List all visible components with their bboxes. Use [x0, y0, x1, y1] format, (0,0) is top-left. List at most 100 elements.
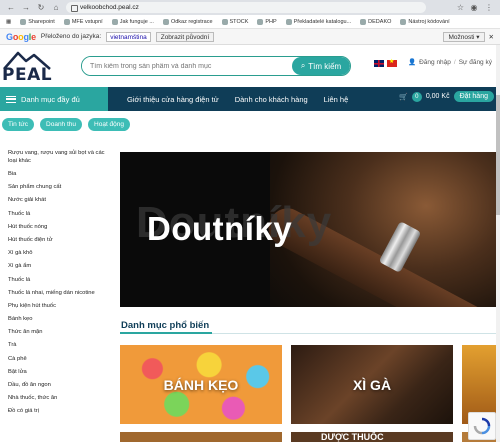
bookmark-icon: [162, 18, 169, 25]
login-link[interactable]: Đăng nhập: [419, 59, 451, 66]
sidebar-item[interactable]: Hút thuốc nóng: [0, 221, 114, 234]
sidebar-item[interactable]: Thuốc lá: [0, 208, 114, 221]
category-sidebar: Rượu vang, rượu vang sủi bọt và các loại…: [0, 147, 114, 442]
recaptcha-badge[interactable]: [468, 412, 496, 440]
google-translate-bar: Google Přeloženo do jazyka: vietnamština…: [0, 29, 500, 45]
sidebar-item[interactable]: Trà: [0, 339, 114, 352]
sidebar-item[interactable]: Rượu vang, rượu vang sủi bọt và các loại…: [0, 147, 114, 168]
bookmark-item[interactable]: Sharepoint: [20, 18, 55, 25]
flag-uk-icon[interactable]: [374, 60, 384, 67]
bookmark-item[interactable]: Jak funguje ...: [111, 18, 154, 25]
sidebar-item[interactable]: Bật lửa: [0, 366, 114, 379]
category-card-cigars[interactable]: XÌ GÀ: [291, 345, 453, 424]
main-nav: Danh mục đầy đủ Giới thiệu cửa hàng điện…: [0, 87, 500, 111]
menu-icon[interactable]: ⋮: [484, 3, 494, 12]
order-button[interactable]: Đặt hàng: [453, 91, 494, 102]
flag-vn-icon[interactable]: [387, 58, 397, 67]
star-icon[interactable]: ☆: [457, 3, 464, 12]
account-separator: /: [453, 58, 456, 66]
category-card-label: DƯỢC THUỐC: [321, 432, 384, 442]
cart[interactable]: 🛒 0 0,00 Kč Đặt hàng: [399, 91, 494, 102]
profile-icon[interactable]: ◉: [469, 3, 479, 12]
banner-title: Doutníky: [147, 210, 293, 247]
forward-icon[interactable]: →: [21, 3, 31, 12]
language-flags: [374, 58, 397, 67]
apps-icon[interactable]: ▦: [6, 19, 11, 25]
category-card-partial[interactable]: [120, 432, 282, 442]
user-icon: 👤: [408, 59, 417, 66]
bookmark-icon: [400, 18, 407, 25]
search-input[interactable]: [82, 57, 292, 75]
sidebar-item[interactable]: Cà phê: [0, 353, 114, 366]
all-categories-button[interactable]: Danh mục đầy đủ: [0, 87, 108, 111]
category-card-partial[interactable]: DƯỢC THUỐC: [291, 432, 453, 442]
pill-news[interactable]: Tin tức: [2, 118, 35, 131]
peal-logo[interactable]: PEAL: [2, 49, 54, 85]
sidebar-item[interactable]: Xì gà khô: [0, 247, 114, 260]
cart-count-badge: 0: [411, 91, 422, 102]
site-header: PEAL ⌕ Tìm kiếm 👤 Đăng nhập / Sự đăng ký: [0, 45, 500, 87]
browser-toolbar: ← → ↻ ⌂ velkoobchod.peal.cz ☆ ◉ ⋮: [0, 0, 500, 15]
pill-activities[interactable]: Hoạt động: [88, 118, 131, 131]
cart-icon: 🛒: [399, 93, 408, 101]
account-links: 👤 Đăng nhập / Sự đăng ký: [408, 58, 492, 67]
popular-categories-title: Danh mục phổ biến: [121, 320, 210, 331]
bookmark-item[interactable]: PHP: [257, 18, 277, 25]
back-icon[interactable]: ←: [6, 3, 16, 12]
bookmark-item[interactable]: Odkaz registrace: [162, 18, 213, 25]
bookmark-icon: [111, 18, 118, 25]
hamburger-icon: [6, 95, 16, 103]
sidebar-item[interactable]: Thuốc lá nhai, miếng dán nicotine: [0, 287, 114, 300]
bookmark-item[interactable]: DEDAKO: [360, 18, 391, 25]
page-scrollbar[interactable]: [496, 45, 500, 442]
section-divider: [120, 332, 496, 334]
sidebar-item[interactable]: Nước giải khát: [0, 194, 114, 207]
sidebar-item[interactable]: Xì gà ẩm: [0, 260, 114, 273]
category-card-candy[interactable]: BÁNH KẸO: [120, 345, 282, 424]
hero-banner[interactable]: Doutníky Doutníky: [120, 152, 496, 307]
bookmark-icon: [20, 18, 27, 25]
reload-icon[interactable]: ↻: [36, 3, 46, 12]
close-icon[interactable]: ✕: [489, 33, 494, 41]
cart-total: 0,00 Kč: [425, 93, 450, 100]
google-logo: Google: [6, 31, 36, 42]
category-card-label: XÌ GÀ: [352, 377, 392, 393]
sidebar-item[interactable]: Hút thuốc điện tử: [0, 234, 114, 247]
pill-sales[interactable]: Doanh thu: [40, 118, 83, 131]
sidebar-item[interactable]: Sản phẩm chung cất: [0, 181, 114, 194]
bookmark-icon: [285, 18, 292, 25]
search-icon: ⌕: [300, 61, 306, 70]
sidebar-item[interactable]: Bánh kẹo: [0, 313, 114, 326]
bookmark-item[interactable]: Překladatelé katalogu...: [285, 18, 351, 25]
category-card-label: BÁNH KẸO: [163, 377, 239, 393]
nav-link-about[interactable]: Giới thiệu cửa hàng điện tử: [127, 95, 219, 104]
bookmark-icon: [257, 18, 264, 25]
search-button[interactable]: ⌕ Tìm kiếm: [292, 57, 350, 75]
bookmarks-bar: ▦ Sharepoint MFE vstupní Jak funguje ...…: [0, 15, 500, 29]
address-bar[interactable]: velkoobchod.peal.cz: [66, 2, 426, 13]
translate-options-button[interactable]: Možnosti ▾: [443, 31, 485, 42]
quick-links: Tin tức Doanh thu Hoạt động: [0, 118, 131, 131]
translate-language-select[interactable]: vietnamština: [106, 31, 151, 42]
register-link[interactable]: Sự đăng ký: [459, 59, 492, 66]
sidebar-item[interactable]: Phụ kiện hút thuốc: [0, 300, 114, 313]
recaptcha-icon: [473, 417, 491, 435]
sidebar-item[interactable]: Bia: [0, 168, 114, 181]
bookmark-item[interactable]: MFE vstupní: [63, 18, 103, 25]
sidebar-item[interactable]: Nhà thuốc, thức ăn: [0, 392, 114, 405]
sidebar-item[interactable]: Dầu, đồ ăn ngon: [0, 379, 114, 392]
translate-label: Přeloženo do jazyka:: [40, 33, 102, 40]
bookmark-icon: [63, 18, 70, 25]
bookmark-icon: [360, 18, 367, 25]
bookmark-item[interactable]: Nástroj kódování: [400, 18, 450, 25]
sidebar-item[interactable]: Thuốc lá: [0, 274, 114, 287]
bookmark-item[interactable]: STOCK: [221, 18, 248, 25]
sidebar-item[interactable]: Thức ăn mặn: [0, 326, 114, 339]
bookmark-icon: [221, 18, 228, 25]
sidebar-item[interactable]: Đồ có giá trị: [0, 405, 114, 418]
search-bar: ⌕ Tìm kiếm: [81, 56, 351, 76]
home-icon[interactable]: ⌂: [51, 3, 61, 12]
show-original-button[interactable]: Zobrazit původní: [155, 31, 215, 42]
nav-link-contact[interactable]: Liên hệ: [324, 95, 349, 104]
nav-link-customers[interactable]: Dành cho khách hàng: [235, 95, 308, 104]
